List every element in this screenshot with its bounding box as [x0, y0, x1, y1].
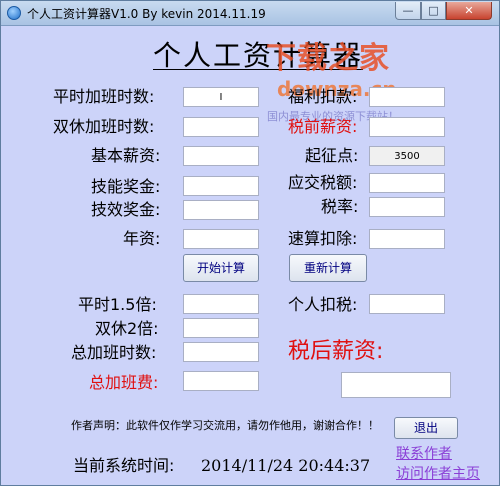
- weekday-ot-hours-input[interactable]: [183, 87, 259, 107]
- watermark-brand: 下载之家: [266, 41, 390, 76]
- tax-rate-input[interactable]: [369, 197, 445, 217]
- base-salary-label: 基本薪资:: [91, 146, 161, 165]
- benefit-deduction-label: 福利扣款:: [288, 87, 358, 106]
- weekday-ot-15x-label: 平时1.5倍:: [78, 295, 157, 314]
- weekend-ot-2x-input[interactable]: [183, 318, 259, 338]
- title-bar[interactable]: 个人工资计算器V1.0 By kevin 2014.11.19 — □ ✕: [1, 1, 499, 26]
- author-homepage-link[interactable]: 访问作者主页: [396, 463, 480, 483]
- close-button[interactable]: ✕: [446, 2, 492, 20]
- total-ot-pay-label: 总加班费:: [89, 373, 159, 392]
- skill-bonus-input[interactable]: [183, 176, 259, 196]
- disclaimer-text: 作者声明：此软件仅作学习交流用，请勿作他用，谢谢合作！！: [71, 419, 379, 432]
- contact-author-link[interactable]: 联系作者: [396, 443, 452, 463]
- exit-button[interactable]: 退出: [394, 417, 458, 439]
- threshold-input[interactable]: [369, 146, 445, 166]
- quick-deduction-label: 速算扣除:: [288, 229, 358, 248]
- tax-rate-label: 税率:: [321, 197, 359, 216]
- app-window: 个人工资计算器V1.0 By kevin 2014.11.19 — □ ✕ 个人…: [0, 0, 500, 486]
- maximize-button[interactable]: □: [421, 2, 446, 20]
- seniority-pay-label: 年资:: [123, 229, 161, 248]
- weekday-ot-hours-label: 平时加班时数:: [53, 87, 155, 106]
- personal-tax-input[interactable]: [369, 294, 445, 314]
- total-ot-hours-label: 总加班时数:: [71, 343, 157, 362]
- base-salary-input[interactable]: [183, 146, 259, 166]
- minimize-button[interactable]: —: [395, 2, 421, 20]
- weekend-ot-hours-input[interactable]: [183, 117, 259, 137]
- taxable-amount-label: 应交税额:: [288, 173, 358, 192]
- weekend-ot-2x-label: 双休2倍:: [95, 319, 159, 338]
- threshold-label: 起征点:: [305, 146, 359, 165]
- aftertax-salary-label: 税后薪资:: [288, 339, 384, 364]
- quick-deduction-input[interactable]: [369, 229, 445, 249]
- window-title: 个人工资计算器V1.0 By kevin 2014.11.19: [27, 7, 266, 21]
- reset-button[interactable]: 重新计算: [289, 254, 367, 282]
- system-time-value: 2014/11/24 20:44:37: [201, 456, 371, 475]
- performance-bonus-input[interactable]: [183, 200, 259, 220]
- pretax-salary-input[interactable]: [369, 117, 445, 137]
- benefit-deduction-input[interactable]: [369, 87, 445, 107]
- aftertax-salary-input[interactable]: [341, 372, 451, 398]
- performance-bonus-label: 技效奖金:: [91, 200, 161, 219]
- pretax-salary-label: 税前薪资:: [288, 117, 358, 136]
- personal-tax-label: 个人扣税:: [288, 295, 358, 314]
- calculate-button[interactable]: 开始计算: [183, 254, 259, 282]
- seniority-pay-input[interactable]: [183, 229, 259, 249]
- app-icon: [7, 6, 21, 20]
- weekday-ot-15x-input[interactable]: [183, 294, 259, 314]
- total-ot-pay-input[interactable]: [183, 371, 259, 391]
- total-ot-hours-input[interactable]: [183, 342, 259, 362]
- taxable-amount-input[interactable]: [369, 173, 445, 193]
- skill-bonus-label: 技能奖金:: [91, 177, 161, 196]
- system-time-label: 当前系统时间:: [73, 456, 175, 475]
- weekend-ot-hours-label: 双休加班时数:: [53, 117, 155, 136]
